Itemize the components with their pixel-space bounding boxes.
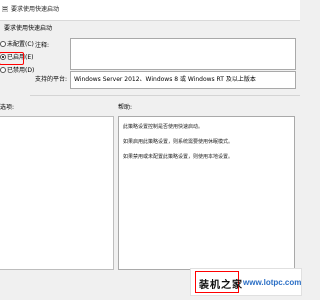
divider bbox=[30, 95, 300, 96]
watermark: 装机之家 www.lotpc.com bbox=[190, 268, 302, 296]
help-label: 帮助: bbox=[118, 104, 133, 111]
options-label: 选项: bbox=[0, 104, 15, 111]
supported-label: 支持的平台: bbox=[35, 76, 68, 83]
title-bar: 要求使用快速启动 bbox=[0, 0, 300, 21]
help-panel: 此策略设置控制是否使用快速启动。 如果启用此策略设置，则系统需要使用休眠模式。 … bbox=[118, 116, 295, 270]
policy-icon bbox=[2, 6, 8, 12]
supported-value: Windows Server 2012、Windows 8 或 Windows … bbox=[74, 76, 256, 83]
radio-label: 未配置(C) bbox=[7, 41, 34, 48]
radio-icon bbox=[0, 67, 6, 73]
help-line: 如果禁用或未配置此策略设置，则使用本地设置。 bbox=[123, 154, 234, 160]
help-line: 如果启用此策略设置，则系统需要使用休眠模式。 bbox=[123, 139, 234, 145]
radio-not-configured[interactable]: 未配置(C) bbox=[0, 41, 34, 49]
help-line: 此策略设置控制是否使用快速启动。 bbox=[123, 124, 204, 130]
options-panel bbox=[0, 116, 114, 270]
watermark-text: 装机之家 bbox=[199, 280, 243, 291]
radio-disabled[interactable]: 已禁用(D) bbox=[0, 67, 34, 75]
radio-label: 已禁用(D) bbox=[7, 67, 35, 74]
dialog-heading: 要求使用快速启动 bbox=[4, 25, 53, 32]
radio-icon bbox=[0, 41, 6, 47]
enabled-highlight-box bbox=[0, 52, 24, 65]
comment-textarea[interactable] bbox=[70, 38, 296, 70]
window-title: 要求使用快速启动 bbox=[11, 6, 60, 13]
comment-label: 注释: bbox=[35, 42, 50, 49]
watermark-url: www.lotpc.com bbox=[243, 278, 302, 287]
